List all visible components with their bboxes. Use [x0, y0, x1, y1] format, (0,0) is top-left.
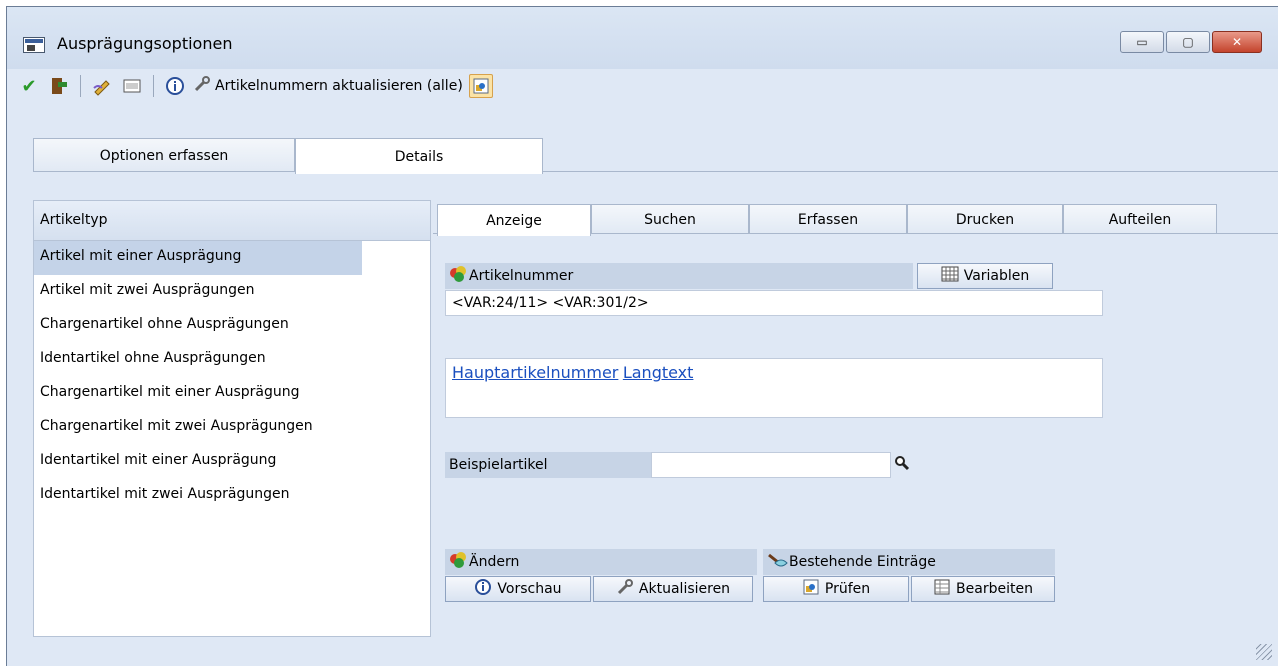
preview-window-icon[interactable]: [468, 74, 493, 98]
maximize-button[interactable]: ▢: [1166, 31, 1210, 53]
edit-entries-button-label: Bearbeiten: [956, 581, 1033, 597]
search-icon: [894, 455, 910, 475]
list-item[interactable]: Chargenartikel mit zwei Ausprägungen: [34, 411, 362, 445]
bestehende-label: Bestehende Einträge: [789, 554, 936, 570]
check-icon[interactable]: ✔: [17, 74, 41, 98]
list-item[interactable]: Chargenartikel ohne Ausprägungen: [34, 309, 362, 343]
beispielartikel-label: Beispielartikel: [445, 452, 651, 478]
grid-icon: [941, 266, 959, 286]
list-item[interactable]: Identartikel mit zwei Ausprägungen: [34, 479, 362, 513]
tab-drucken[interactable]: Drucken: [907, 204, 1063, 234]
artikelnummer-preview: Hauptartikelnummer Langtext: [445, 358, 1103, 418]
artikelnummer-field[interactable]: <VAR:24/11> <VAR:301/2>: [445, 290, 1103, 316]
aendern-label: Ändern: [469, 554, 520, 570]
variables-button[interactable]: Variablen: [917, 263, 1053, 289]
toolbar-separator: [80, 75, 81, 97]
toolbar-separator: [153, 75, 154, 97]
tab-erfassen[interactable]: Erfassen: [749, 204, 907, 234]
artikelnummer-label: Artikelnummer: [469, 268, 574, 284]
preview-button-label: Vorschau: [497, 581, 562, 597]
article-type-list: Artikeltyp Artikel mit einer Ausprägung …: [33, 200, 431, 637]
info-icon: [474, 578, 492, 600]
list-item[interactable]: Identartikel mit einer Ausprägung: [34, 445, 362, 479]
edit-entries-button[interactable]: Bearbeiten: [911, 576, 1055, 602]
link-langtext[interactable]: Langtext: [623, 363, 694, 382]
info-icon[interactable]: [163, 74, 187, 98]
tab-suchen[interactable]: Suchen: [591, 204, 749, 234]
resize-grip[interactable]: [1256, 644, 1272, 660]
check-document-icon: [802, 578, 820, 600]
window-title: Ausprägungsoptionen: [57, 34, 233, 53]
main-window: Ausprägungsoptionen ▭ ▢ ✕ ✔ Artikelnumme…: [6, 6, 1278, 666]
link-hauptartikelnummer[interactable]: Hauptartikelnummer: [452, 363, 618, 382]
properties-icon: [449, 265, 469, 287]
beispielartikel-field[interactable]: [651, 452, 891, 478]
bestehende-bar: Bestehende Einträge: [763, 549, 1055, 575]
update-button-label: Aktualisieren: [638, 581, 731, 597]
artikelnummer-bar: Artikelnummer: [445, 263, 913, 289]
update-button[interactable]: Aktualisieren: [593, 576, 753, 602]
layout-icon[interactable]: [120, 74, 144, 98]
article-type-header: Artikeltyp: [34, 201, 430, 241]
close-button[interactable]: ✕: [1212, 31, 1262, 53]
list-item[interactable]: Identartikel ohne Ausprägungen: [34, 343, 362, 377]
title-bar: Ausprägungsoptionen ▭ ▢ ✕: [7, 7, 1278, 69]
exit-icon[interactable]: [47, 74, 71, 98]
toolbar: ✔ Artikelnummern aktualisieren (alle): [17, 69, 493, 103]
update-all-label: Artikelnummern aktualisieren (alle): [215, 78, 463, 94]
brush-icon: [767, 551, 789, 573]
list-item[interactable]: Chargenartikel mit einer Ausprägung: [34, 377, 362, 411]
check-button[interactable]: Prüfen: [763, 576, 909, 602]
wrench-icon: [193, 75, 211, 97]
edit-icon[interactable]: [90, 74, 114, 98]
tab-optionen-erfassen[interactable]: Optionen erfassen: [33, 138, 295, 172]
app-icon: [23, 37, 45, 53]
minimize-button[interactable]: ▭: [1120, 31, 1164, 53]
tab-divider: [33, 171, 1278, 172]
window-controls: ▭ ▢ ✕: [1120, 31, 1262, 53]
properties-icon: [449, 551, 469, 573]
details-panel: Anzeige Suchen Erfassen Drucken Aufteile…: [433, 200, 1278, 637]
wrench-icon: [616, 578, 634, 600]
tab-aufteilen[interactable]: Aufteilen: [1063, 204, 1217, 234]
tab-details[interactable]: Details: [295, 138, 543, 174]
update-all-button[interactable]: Artikelnummern aktualisieren (alle): [193, 75, 463, 97]
variables-button-label: Variablen: [963, 268, 1030, 284]
check-button-label: Prüfen: [824, 581, 871, 597]
preview-button[interactable]: Vorschau: [445, 576, 591, 602]
list-item[interactable]: Artikel mit zwei Ausprägungen: [34, 275, 362, 309]
aendern-bar: Ändern: [445, 549, 757, 575]
tab-anzeige[interactable]: Anzeige: [437, 204, 591, 236]
search-button[interactable]: [891, 452, 913, 478]
table-icon: [933, 578, 951, 600]
list-item[interactable]: Artikel mit einer Ausprägung: [34, 241, 362, 275]
